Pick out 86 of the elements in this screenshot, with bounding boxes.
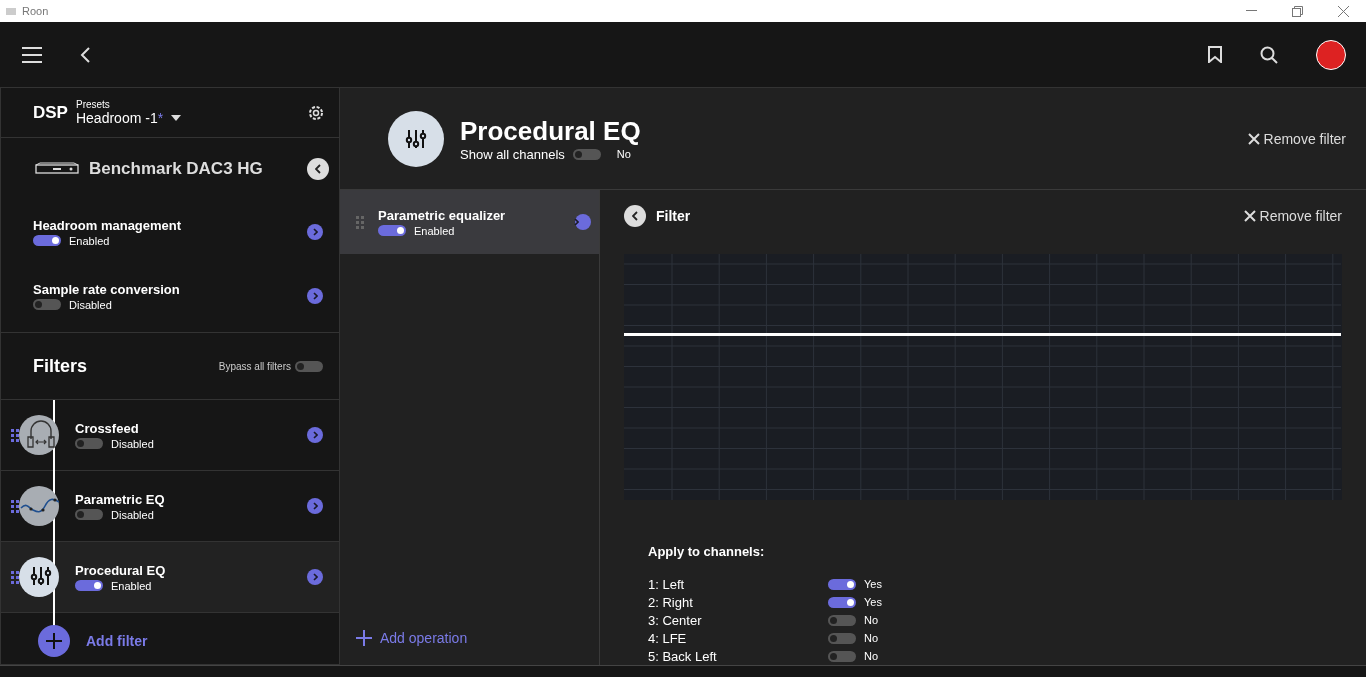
filter-status: Enabled [111,579,152,592]
drag-handle-icon[interactable] [11,499,19,513]
minimize-icon[interactable] [1245,10,1257,12]
app-icon [6,7,16,15]
open-button[interactable] [575,214,591,230]
sliders-icon [403,127,429,150]
settings-icon[interactable] [307,103,325,122]
setting-status: Disabled [69,298,112,311]
collapse-button[interactable] [307,158,329,180]
channel-status: Yes [864,578,882,590]
dropdown-caret-icon[interactable] [171,115,182,121]
filter-row[interactable]: Crossfeed Disabled [1,400,339,471]
dac-device-icon [35,162,79,176]
toggle-switch[interactable] [828,578,856,590]
setting-title: Sample rate conversion [33,281,181,297]
filter-name: Parametric EQ [75,491,166,507]
toggle-switch[interactable] [33,299,61,310]
drag-handle-icon[interactable] [11,570,19,584]
toggle-switch[interactable] [295,360,323,372]
open-button[interactable] [307,427,323,443]
filter-name: Crossfeed [75,420,140,436]
bookmark-icon[interactable] [1208,46,1222,63]
chevron-left-icon [315,164,321,174]
toggle-switch[interactable] [828,650,856,662]
filter-status: Disabled [111,508,154,521]
close-icon[interactable] [1337,5,1349,17]
section-title: Filters [33,355,89,377]
channel-status: No [864,650,879,662]
show-channels-label: Show all channels [460,146,565,162]
close-icon [1247,132,1260,145]
channel-name: 3: Center [648,612,703,628]
channel-name: 2: Right [648,594,694,610]
drag-handle-icon[interactable] [356,215,364,229]
avatar[interactable] [1316,39,1346,70]
toggle-switch[interactable] [75,438,103,449]
window-title: Roon [22,5,50,17]
filter-status: Disabled [111,437,154,450]
channels-title: Apply to channels: [648,544,766,559]
filter-row[interactable]: Procedural EQ Enabled [1,542,339,613]
toggle-switch[interactable] [75,509,103,520]
back-icon[interactable] [80,46,90,63]
filter-name: Procedural EQ [75,562,167,578]
open-button[interactable] [307,288,323,304]
back-button[interactable] [624,205,646,227]
remove-filter-button[interactable]: Remove filter [1243,208,1342,224]
add-filter-link[interactable]: Add filter [86,633,148,649]
open-button[interactable] [307,498,323,514]
preset-dropdown[interactable]: Headroom -1* [75,110,164,126]
bypass-label: Bypass all filters [218,360,291,372]
operation-status: Enabled [414,224,455,237]
show-channels-status: No [616,148,631,160]
channel-name: 4: LFE [648,630,688,646]
setting-title: Headroom management [33,217,183,233]
remove-filter-button[interactable]: Remove filter [1247,130,1346,147]
panel-title: Filter [656,208,692,224]
add-filter-button[interactable] [38,625,70,657]
drag-handle-icon[interactable] [11,428,19,442]
channel-status: Yes [864,596,882,608]
chevron-left-icon [632,211,638,221]
channel-status: No [864,614,879,626]
channel-name: 1: Left [648,576,686,592]
setting-status: Enabled [69,234,110,247]
device-name: Benchmark DAC3 HG [89,159,264,179]
filter-title: Procedural EQ [460,115,642,147]
open-button[interactable] [307,569,323,585]
plus-icon [46,633,62,649]
toggle-switch[interactable] [828,632,856,644]
toggle-switch[interactable] [572,148,601,160]
restore-icon[interactable] [1291,5,1303,17]
plus-icon [356,630,372,646]
channel-status: No [864,632,879,644]
toggle-switch[interactable] [828,596,856,608]
toggle-switch[interactable] [378,225,406,236]
operation-row[interactable]: Parametric equalizer Enabled [340,190,599,254]
dsp-title: DSP [33,102,68,123]
presets-label: Presets [75,99,111,110]
open-button[interactable] [307,224,323,240]
toggle-switch[interactable] [75,580,103,591]
operation-name: Parametric equalizer [378,207,507,223]
menu-icon[interactable] [22,46,42,63]
toggle-switch[interactable] [33,235,61,246]
close-icon [1243,210,1256,222]
add-operation-button[interactable]: Add operation [340,629,599,647]
toggle-switch[interactable] [828,614,856,626]
search-icon[interactable] [1260,45,1278,64]
channel-name: 5: Back Left [648,648,718,664]
